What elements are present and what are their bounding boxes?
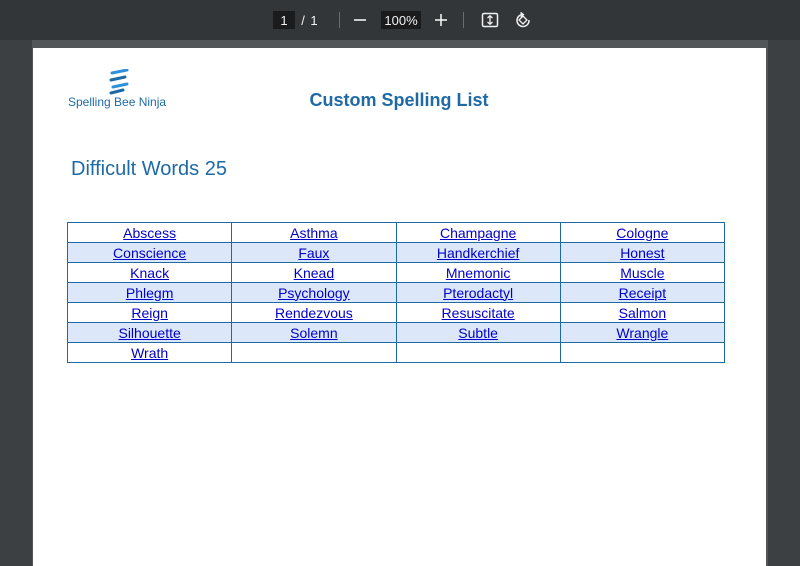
zoom-out-button[interactable] xyxy=(349,0,371,40)
pdf-toolbar: / 1 100% xyxy=(0,0,800,40)
table-cell: Honest xyxy=(559,242,726,263)
word-link[interactable]: Abscess xyxy=(123,225,176,241)
table-cell: Abscess xyxy=(66,222,233,243)
word-link[interactable]: Mnemonic xyxy=(446,265,511,281)
viewer-gutter-left xyxy=(0,40,32,566)
word-link[interactable]: Wrath xyxy=(131,345,168,361)
word-link[interactable]: Rendezvous xyxy=(275,305,353,321)
table-cell: Champagne xyxy=(395,222,561,243)
word-link[interactable]: Phlegm xyxy=(126,285,173,301)
word-link[interactable]: Asthma xyxy=(290,225,337,241)
table-cell: Muscle xyxy=(559,262,726,283)
word-link[interactable]: Conscience xyxy=(113,245,186,261)
fit-to-page-button[interactable] xyxy=(479,0,501,40)
table-cell: Conscience xyxy=(66,242,233,263)
minus-icon xyxy=(354,19,366,21)
table-row: Wrath xyxy=(66,342,726,363)
list-name-heading: Difficult Words 25 xyxy=(71,158,227,180)
table-cell: Mnemonic xyxy=(395,262,561,283)
table-cell: Solemn xyxy=(231,322,397,343)
word-link[interactable]: Wrangle xyxy=(616,325,668,341)
table-cell: Knead xyxy=(231,262,397,283)
table-cell: Psychology xyxy=(231,282,397,303)
table-cell: Handkerchief xyxy=(395,242,561,263)
table-cell xyxy=(231,342,397,363)
word-link[interactable]: Faux xyxy=(298,245,329,261)
word-link[interactable]: Solemn xyxy=(290,325,337,341)
table-cell: Wrangle xyxy=(559,322,726,343)
table-cell: Knack xyxy=(66,262,233,283)
table-cell: Faux xyxy=(231,242,397,263)
rotate-button[interactable] xyxy=(512,0,534,40)
table-row: Conscience Faux Handkerchief Honest xyxy=(66,242,726,263)
word-link[interactable]: Receipt xyxy=(619,285,666,301)
word-link[interactable]: Cologne xyxy=(616,225,668,241)
word-link[interactable]: Muscle xyxy=(620,265,664,281)
table-cell: Reign xyxy=(66,302,233,323)
word-link[interactable]: Reign xyxy=(131,305,168,321)
logo: Spelling Bee Ninja xyxy=(67,69,177,111)
toolbar-divider xyxy=(339,12,340,28)
table-cell: Wrath xyxy=(66,342,233,363)
word-link[interactable]: Subtle xyxy=(458,325,498,341)
table-cell xyxy=(395,342,561,363)
table-row: Phlegm Psychology Pterodactyl Receipt xyxy=(66,282,726,303)
table-row: Silhouette Solemn Subtle Wrangle xyxy=(66,322,726,343)
page-title: Custom Spelling List xyxy=(309,90,489,110)
table-cell: Subtle xyxy=(395,322,561,343)
ninja-logo-icon xyxy=(109,69,129,95)
plus-icon xyxy=(435,14,447,26)
word-link[interactable]: Knead xyxy=(294,265,334,281)
word-table: Abscess Asthma Champagne Cologne Conscience F… xyxy=(66,222,726,363)
table-cell: Phlegm xyxy=(66,282,233,303)
word-link[interactable]: Salmon xyxy=(619,305,666,321)
table-cell: Pterodactyl xyxy=(395,282,561,303)
word-link[interactable]: Silhouette xyxy=(118,325,180,341)
table-cell: Salmon xyxy=(559,302,726,323)
word-link[interactable]: Knack xyxy=(130,265,169,281)
zoom-in-button[interactable] xyxy=(430,0,452,40)
toolbar-divider xyxy=(463,12,464,28)
table-cell: Receipt xyxy=(559,282,726,303)
table-cell: Asthma xyxy=(231,222,397,243)
table-row: Abscess Asthma Champagne Cologne xyxy=(66,222,726,243)
word-link[interactable]: Champagne xyxy=(440,225,516,241)
logo-text: Spelling Bee Ninja xyxy=(68,95,167,109)
page-total: 1 xyxy=(310,12,318,28)
word-link[interactable]: Handkerchief xyxy=(437,245,520,261)
table-cell xyxy=(559,342,726,363)
viewer-gutter-right xyxy=(768,40,800,566)
table-row: Knack Knead Mnemonic Muscle xyxy=(66,262,726,283)
fit-page-icon xyxy=(481,12,499,28)
table-cell: Rendezvous xyxy=(231,302,397,323)
rotate-icon xyxy=(516,11,530,28)
word-link[interactable]: Honest xyxy=(620,245,664,261)
table-cell: Silhouette xyxy=(66,322,233,343)
table-cell: Resuscitate xyxy=(395,302,561,323)
word-link[interactable]: Pterodactyl xyxy=(443,285,513,301)
word-link[interactable]: Resuscitate xyxy=(442,305,515,321)
table-cell: Cologne xyxy=(559,222,726,243)
table-row: Reign Rendezvous Resuscitate Salmon xyxy=(66,302,726,323)
word-link[interactable]: Psychology xyxy=(278,285,350,301)
pdf-page: Spelling Bee Ninja Custom Spelling List … xyxy=(33,48,766,566)
zoom-level-field[interactable]: 100% xyxy=(381,11,421,29)
page-number-input[interactable] xyxy=(273,11,295,29)
